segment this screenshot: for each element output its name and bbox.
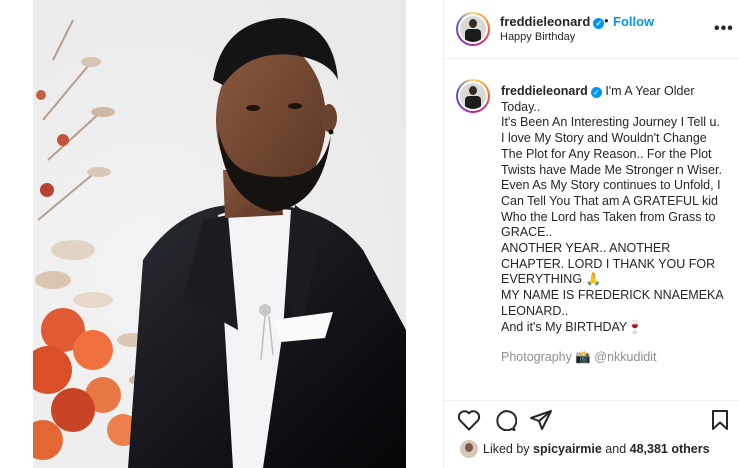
- likes-summary: Liked by spicyairmie and 48,381 others: [444, 432, 739, 462]
- caption-line-7: And it's My BIRTHDAY🍷: [501, 319, 643, 334]
- author-username[interactable]: freddieleonard ✓: [500, 14, 605, 29]
- comments-section: freddieleonard ✓ I'm A Year Older Today..…: [444, 60, 739, 400]
- comment-icon[interactable]: [493, 409, 517, 431]
- bookmark-icon[interactable]: [710, 409, 730, 431]
- author-username-text[interactable]: freddieleonard: [500, 14, 590, 29]
- caption-line-4: Even As My Story continues to Unfold, I …: [501, 178, 721, 240]
- post-photo[interactable]: [33, 0, 406, 468]
- post-header: freddieleonard ✓ • Follow Happy Birthday …: [444, 0, 739, 59]
- caption-verified-badge-icon: ✓: [590, 87, 602, 98]
- post-caption: freddieleonard ✓ I'm A Year Older Today..…: [501, 84, 729, 366]
- caption-line-2: It's Been An Interesting Journey I Tell …: [501, 115, 720, 130]
- author-avatar[interactable]: [456, 12, 490, 46]
- liker-avatar[interactable]: [460, 440, 478, 458]
- caption-line-8: Photography 📸 @nkkudidit: [501, 350, 657, 365]
- header-separator: •: [604, 13, 609, 28]
- follow-button[interactable]: Follow: [613, 14, 654, 29]
- more-options-icon[interactable]: •••: [714, 20, 734, 38]
- likes-text: Liked by spicyairmie and 48,381 others: [483, 442, 710, 456]
- portrait-illustration: [33, 0, 406, 468]
- liker-username[interactable]: spicyairmie: [533, 442, 602, 456]
- likes-count[interactable]: 48,381 others: [630, 442, 710, 456]
- likes-prefix: Liked by: [483, 442, 534, 456]
- caption-username[interactable]: freddieleonard: [501, 84, 588, 98]
- caption-author-avatar[interactable]: [456, 79, 490, 113]
- verified-badge-icon: ✓: [593, 18, 605, 29]
- share-icon[interactable]: [529, 409, 553, 431]
- action-bar: [444, 400, 739, 431]
- post-location[interactable]: Happy Birthday: [500, 31, 575, 43]
- post-media-area: [0, 0, 443, 468]
- caption-line-3: I love My Story and Wouldn't Change The …: [501, 131, 722, 177]
- caption-line-5: ANOTHER YEAR.. ANOTHER CHAPTER. LORD I T…: [501, 241, 716, 287]
- caption-line-6: MY NAME IS FREDERICK NNAEMEKA LEONARD..: [501, 288, 724, 318]
- likes-middle: and: [601, 442, 630, 456]
- post-details-panel: freddieleonard ✓ • Follow Happy Birthday …: [443, 0, 739, 468]
- heart-icon[interactable]: [457, 409, 481, 431]
